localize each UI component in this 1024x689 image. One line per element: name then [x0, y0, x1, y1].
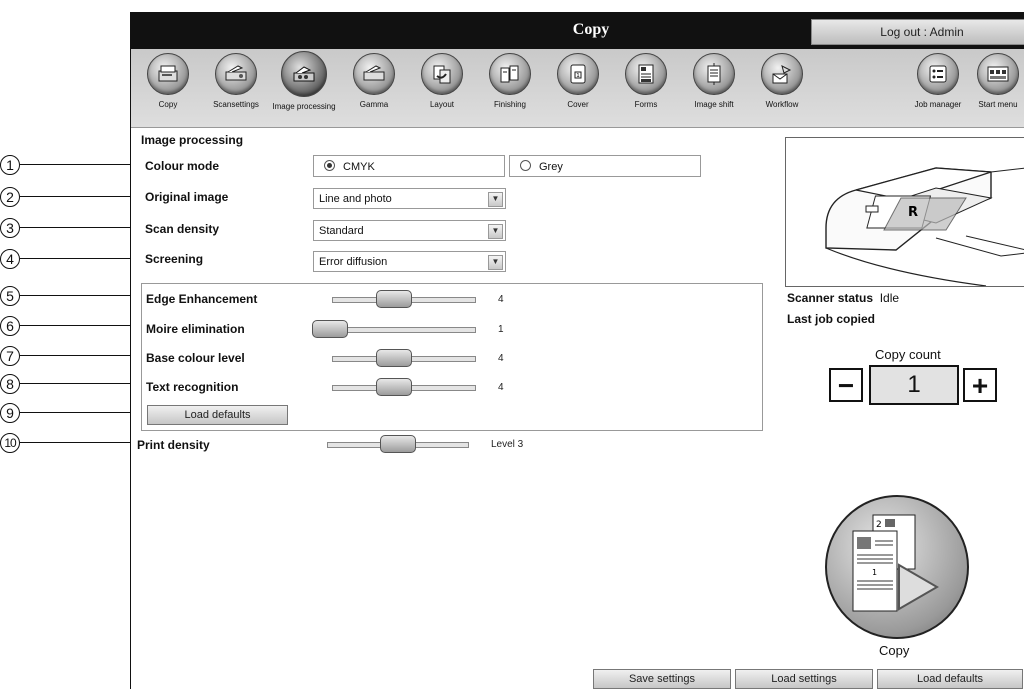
scanner-icon: [215, 53, 257, 95]
title-bar: Copy Log out : Admin: [131, 13, 1024, 49]
decrement-button[interactable]: −: [829, 368, 863, 402]
forms-icon: [625, 53, 667, 95]
logout-button[interactable]: Log out : Admin: [811, 19, 1024, 45]
cover-icon: 1: [557, 53, 599, 95]
scan-density-label: Scan density: [145, 222, 220, 236]
colour-mode-grey-option[interactable]: Grey: [509, 155, 701, 177]
scanner-status: Scanner status Idle: [787, 291, 900, 305]
screening-select[interactable]: Error diffusion ▼: [313, 251, 506, 272]
scanner-preview: R: [785, 137, 1024, 287]
base-colour-level-slider[interactable]: [376, 349, 412, 367]
moire-elimination-slider[interactable]: [312, 320, 348, 338]
colour-mode-cmyk-option[interactable]: CMYK: [313, 155, 505, 177]
radio-selected-icon: [324, 160, 335, 171]
print-density-slider[interactable]: [380, 435, 416, 453]
toolbar-cover[interactable]: 1 Cover: [545, 53, 611, 109]
job-manager-icon: [917, 53, 959, 95]
text-recognition-label: Text recognition: [146, 380, 239, 394]
base-colour-level-label: Base colour level: [146, 351, 245, 365]
last-job-label: Last job copied: [787, 312, 876, 326]
save-settings-button[interactable]: Save settings: [593, 669, 731, 689]
increment-button[interactable]: +: [963, 368, 997, 402]
toolbar: Copy Scansettings Image processing Gamma…: [131, 49, 1024, 128]
copy-count-label: Copy count: [875, 347, 941, 362]
chevron-down-icon: ▼: [488, 224, 503, 239]
print-density-label: Print density: [137, 438, 210, 452]
edge-enhancement-label: Edge Enhancement: [146, 292, 258, 306]
edge-enhancement-slider[interactable]: [376, 290, 412, 308]
svg-text:R: R: [908, 205, 918, 220]
copy-start-label: Copy: [879, 643, 910, 658]
svg-text:2: 2: [876, 520, 882, 530]
edge-enhancement-value: 4: [498, 294, 504, 305]
toolbar-gamma[interactable]: Gamma: [341, 53, 407, 109]
radio-empty-icon: [520, 160, 531, 171]
toolbar-image-shift[interactable]: Image shift: [681, 53, 747, 109]
image-processing-icon: [281, 51, 327, 97]
toolbar-copy[interactable]: Copy: [135, 53, 201, 109]
section-heading: Image processing: [141, 133, 244, 147]
toolbar-start-menu[interactable]: Start menu: [965, 53, 1024, 109]
chevron-down-icon: ▼: [488, 255, 503, 270]
toolbar-layout[interactable]: Layout: [409, 53, 475, 109]
chevron-down-icon: ▼: [488, 192, 503, 207]
original-image-select[interactable]: Line and photo ▼: [313, 188, 506, 209]
image-shift-icon: [693, 53, 735, 95]
base-colour-level-value: 4: [498, 353, 504, 364]
layout-icon: [421, 53, 463, 95]
toolbar-job-manager[interactable]: Job manager: [905, 53, 971, 109]
scan-density-select[interactable]: Standard ▼: [313, 220, 506, 241]
copier-icon: [147, 53, 189, 95]
toolbar-workflow[interactable]: Workflow: [749, 53, 815, 109]
start-menu-icon: [977, 53, 1019, 95]
load-settings-button[interactable]: Load settings: [735, 669, 873, 689]
finishing-icon: [489, 53, 531, 95]
toolbar-forms[interactable]: Forms: [613, 53, 679, 109]
load-defaults-button[interactable]: Load defaults: [877, 669, 1023, 689]
print-density-value: Level 3: [491, 439, 524, 450]
copy-start-button[interactable]: 2 1: [825, 495, 969, 639]
original-image-label: Original image: [145, 190, 229, 204]
text-recognition-value: 4: [498, 382, 504, 393]
scanner-illustration: R: [825, 167, 1024, 287]
enhancement-group: Edge Enhancement 4 Moire elimination 1 B…: [141, 283, 763, 431]
gamma-icon: [353, 53, 395, 95]
copy-count-field[interactable]: 1: [869, 365, 959, 405]
svg-text:1: 1: [872, 568, 877, 577]
workflow-icon: [761, 53, 803, 95]
text-recognition-slider[interactable]: [376, 378, 412, 396]
svg-text:1: 1: [576, 73, 580, 79]
moire-elimination-label: Moire elimination: [146, 322, 245, 336]
moire-elimination-value: 1: [498, 324, 504, 335]
load-defaults-group-button[interactable]: Load defaults: [147, 405, 288, 425]
copy-app-window: Copy Log out : Admin Copy Scansettings I…: [130, 12, 1024, 689]
copy-start-icon: 2 1: [852, 514, 939, 612]
toolbar-scansettings[interactable]: Scansettings: [203, 53, 269, 109]
screening-label: Screening: [145, 252, 204, 266]
toolbar-image-processing[interactable]: Image processing: [271, 51, 337, 111]
colour-mode-label: Colour mode: [145, 159, 219, 173]
toolbar-finishing[interactable]: Finishing: [477, 53, 543, 109]
